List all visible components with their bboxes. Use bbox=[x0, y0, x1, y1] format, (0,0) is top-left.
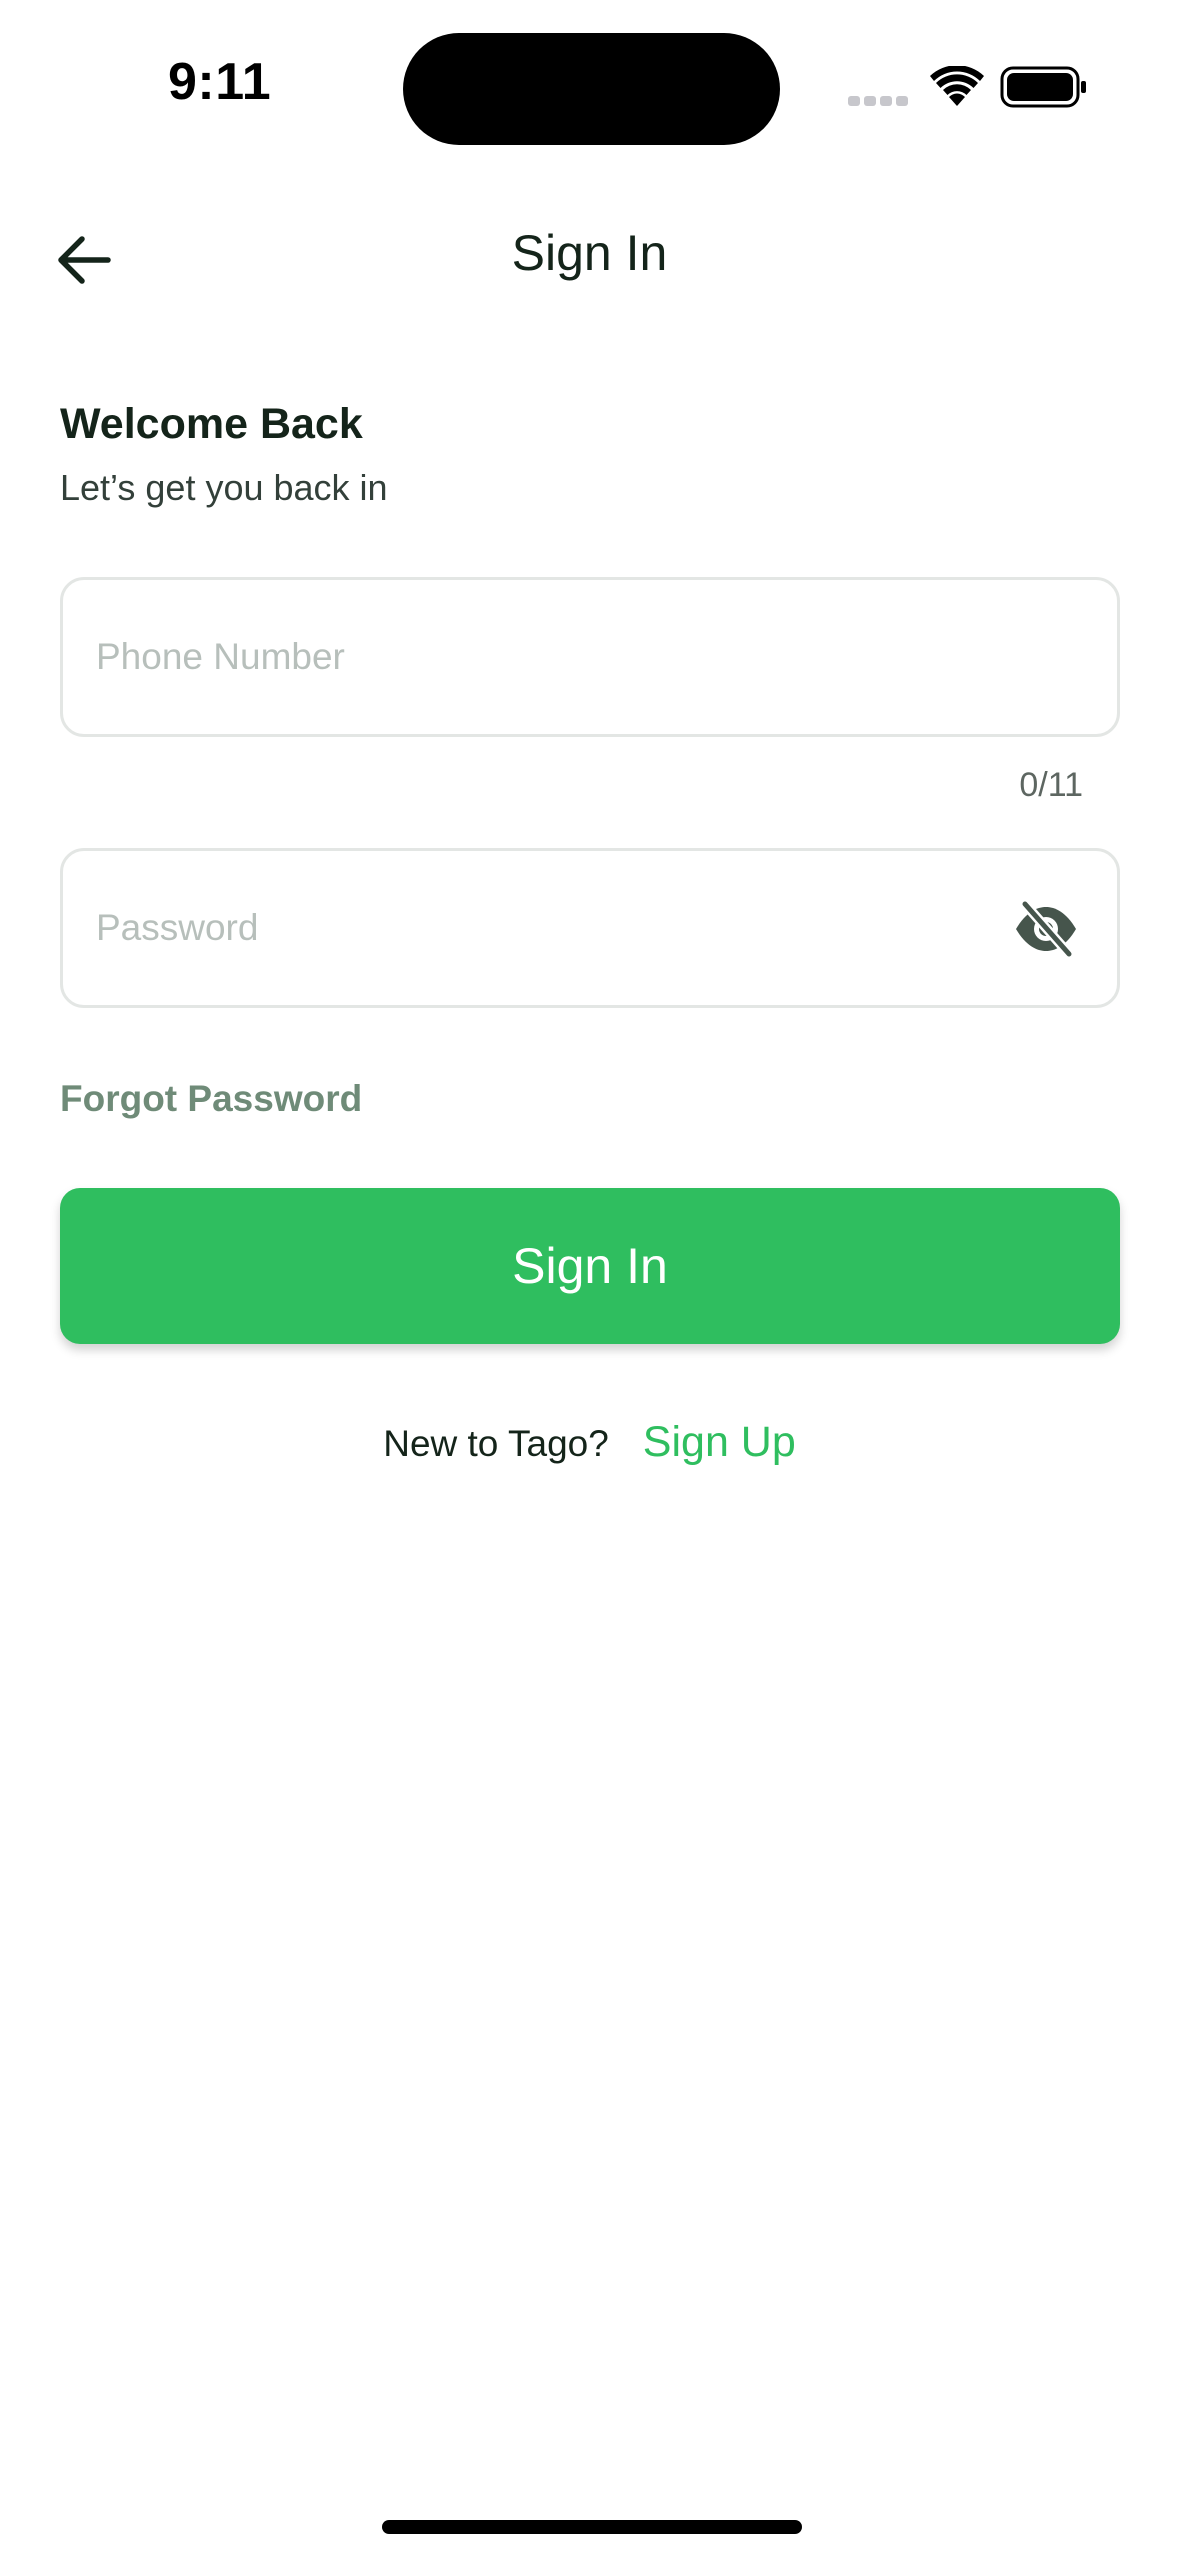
welcome-title: Welcome Back bbox=[60, 400, 363, 448]
status-bar: 9:11 bbox=[0, 0, 1179, 150]
phone-number-field[interactable] bbox=[60, 577, 1120, 737]
sign-up-link[interactable]: Sign Up bbox=[643, 1418, 796, 1467]
signup-prompt: New to Tago? bbox=[383, 1423, 609, 1464]
phone-char-counter: 0/11 bbox=[1019, 766, 1083, 804]
wifi-icon bbox=[930, 65, 984, 108]
signup-row: New to Tago? Sign Up bbox=[0, 1418, 1179, 1467]
password-visibility-toggle[interactable] bbox=[1011, 897, 1081, 961]
eye-off-icon bbox=[1016, 899, 1076, 959]
welcome-subtitle: Let’s get you back in bbox=[60, 467, 388, 508]
phone-number-input[interactable] bbox=[96, 580, 996, 734]
page-title: Sign In bbox=[511, 225, 668, 281]
cellular-signal-icon bbox=[848, 96, 908, 108]
dynamic-island bbox=[403, 33, 780, 145]
password-field[interactable] bbox=[60, 848, 1120, 1008]
status-time: 9:11 bbox=[168, 53, 272, 111]
home-indicator[interactable] bbox=[382, 2520, 802, 2534]
battery-icon bbox=[1000, 66, 1088, 108]
sign-in-button[interactable]: Sign In bbox=[60, 1188, 1120, 1344]
password-input[interactable] bbox=[96, 851, 996, 1005]
forgot-password-link[interactable]: Forgot Password bbox=[60, 1078, 362, 1120]
